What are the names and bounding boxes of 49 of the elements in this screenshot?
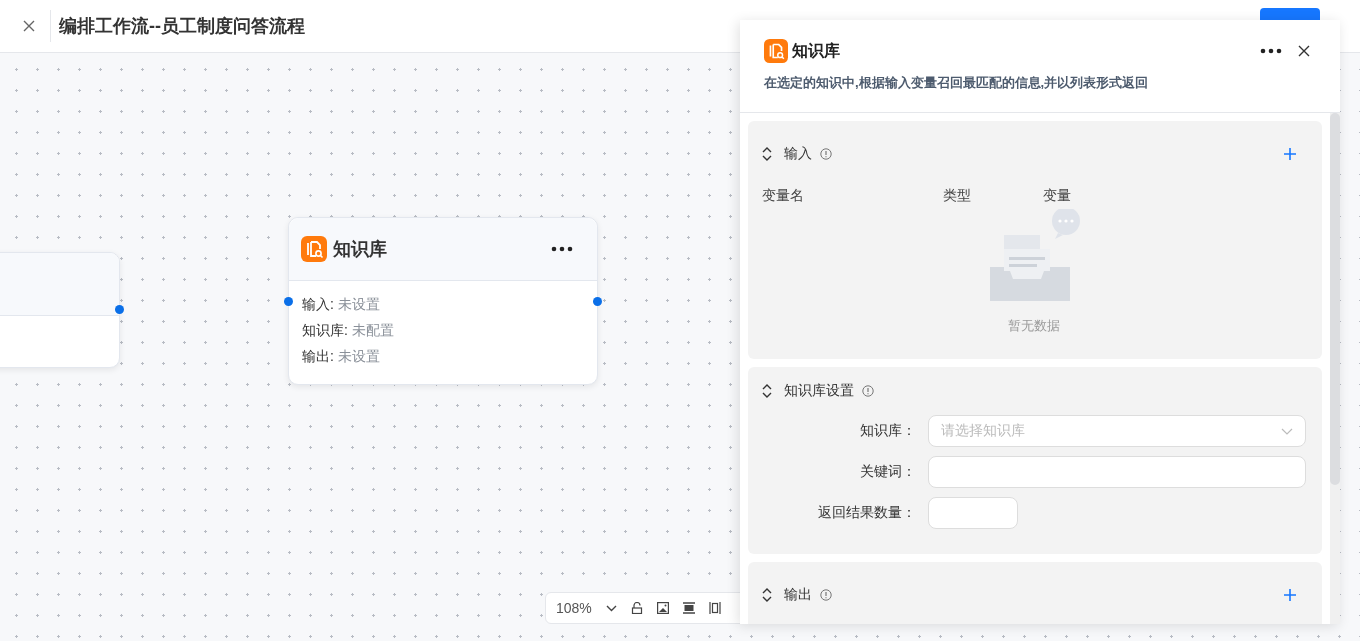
chevron-down-icon[interactable]: [605, 604, 617, 612]
info-icon: [820, 148, 832, 160]
scrollbar-thumb[interactable]: [1330, 113, 1340, 485]
section-title: 知识库设置: [784, 382, 854, 400]
workflow-node[interactable]: 知识库 输入: 未设置 知识库: 未配置 输出: 未设置: [288, 217, 598, 385]
node-title: 知识库: [333, 238, 388, 261]
field-label: 知识库：: [859, 422, 917, 440]
knowledge-base-icon: [764, 39, 788, 63]
empty-text: 暂无数据: [1008, 317, 1060, 335]
plus-icon: [1284, 148, 1296, 160]
workflow-node[interactable]: [0, 252, 120, 368]
expand-collapse-icon[interactable]: [762, 588, 772, 602]
field-label: 关键词：: [859, 463, 917, 481]
row-value: 未设置: [337, 295, 380, 314]
chevron-down-icon: [1281, 427, 1293, 435]
row-label: 输出:: [302, 347, 334, 366]
knowledge-base-icon: [301, 236, 327, 262]
column-header: 变量名: [762, 187, 805, 205]
fit-height-icon[interactable]: [682, 602, 695, 614]
page-title: 编排工作流--员工制度问答流程: [59, 15, 305, 38]
panel-title: 知识库: [792, 40, 841, 61]
connection-port[interactable]: [115, 305, 124, 314]
info-icon: [862, 385, 874, 397]
section-title: 输入: [784, 145, 812, 163]
row-label: 输入:: [302, 295, 334, 314]
field-label: 返回结果数量：: [817, 504, 917, 522]
column-header: 类型: [943, 187, 972, 205]
plus-icon: [1284, 589, 1296, 601]
image-icon[interactable]: [656, 602, 669, 614]
connection-port[interactable]: [284, 297, 293, 306]
zoom-level: 108%: [556, 600, 592, 616]
row-value: 未设置: [337, 347, 380, 366]
row-label: 知识库:: [302, 321, 348, 340]
panel-description: 在选定的知识中,根据输入变量召回最匹配的信息,并以列表形式返回: [764, 74, 1150, 92]
expand-collapse-icon[interactable]: [762, 384, 772, 398]
info-icon: [820, 589, 832, 601]
input-field[interactable]: [928, 456, 1306, 488]
unlock-icon[interactable]: [630, 602, 643, 614]
connection-port[interactable]: [593, 297, 602, 306]
more-icon: [1260, 48, 1282, 54]
close-icon: [1298, 45, 1310, 57]
number-field[interactable]: [928, 497, 1018, 529]
section-title: 输出: [784, 586, 812, 604]
fit-width-icon[interactable]: [708, 602, 721, 614]
row-value: 未配置: [351, 321, 394, 340]
close-icon: [23, 20, 35, 32]
column-header: 变量: [1043, 187, 1072, 205]
more-icon: [551, 246, 573, 252]
expand-collapse-icon[interactable]: [762, 147, 772, 161]
